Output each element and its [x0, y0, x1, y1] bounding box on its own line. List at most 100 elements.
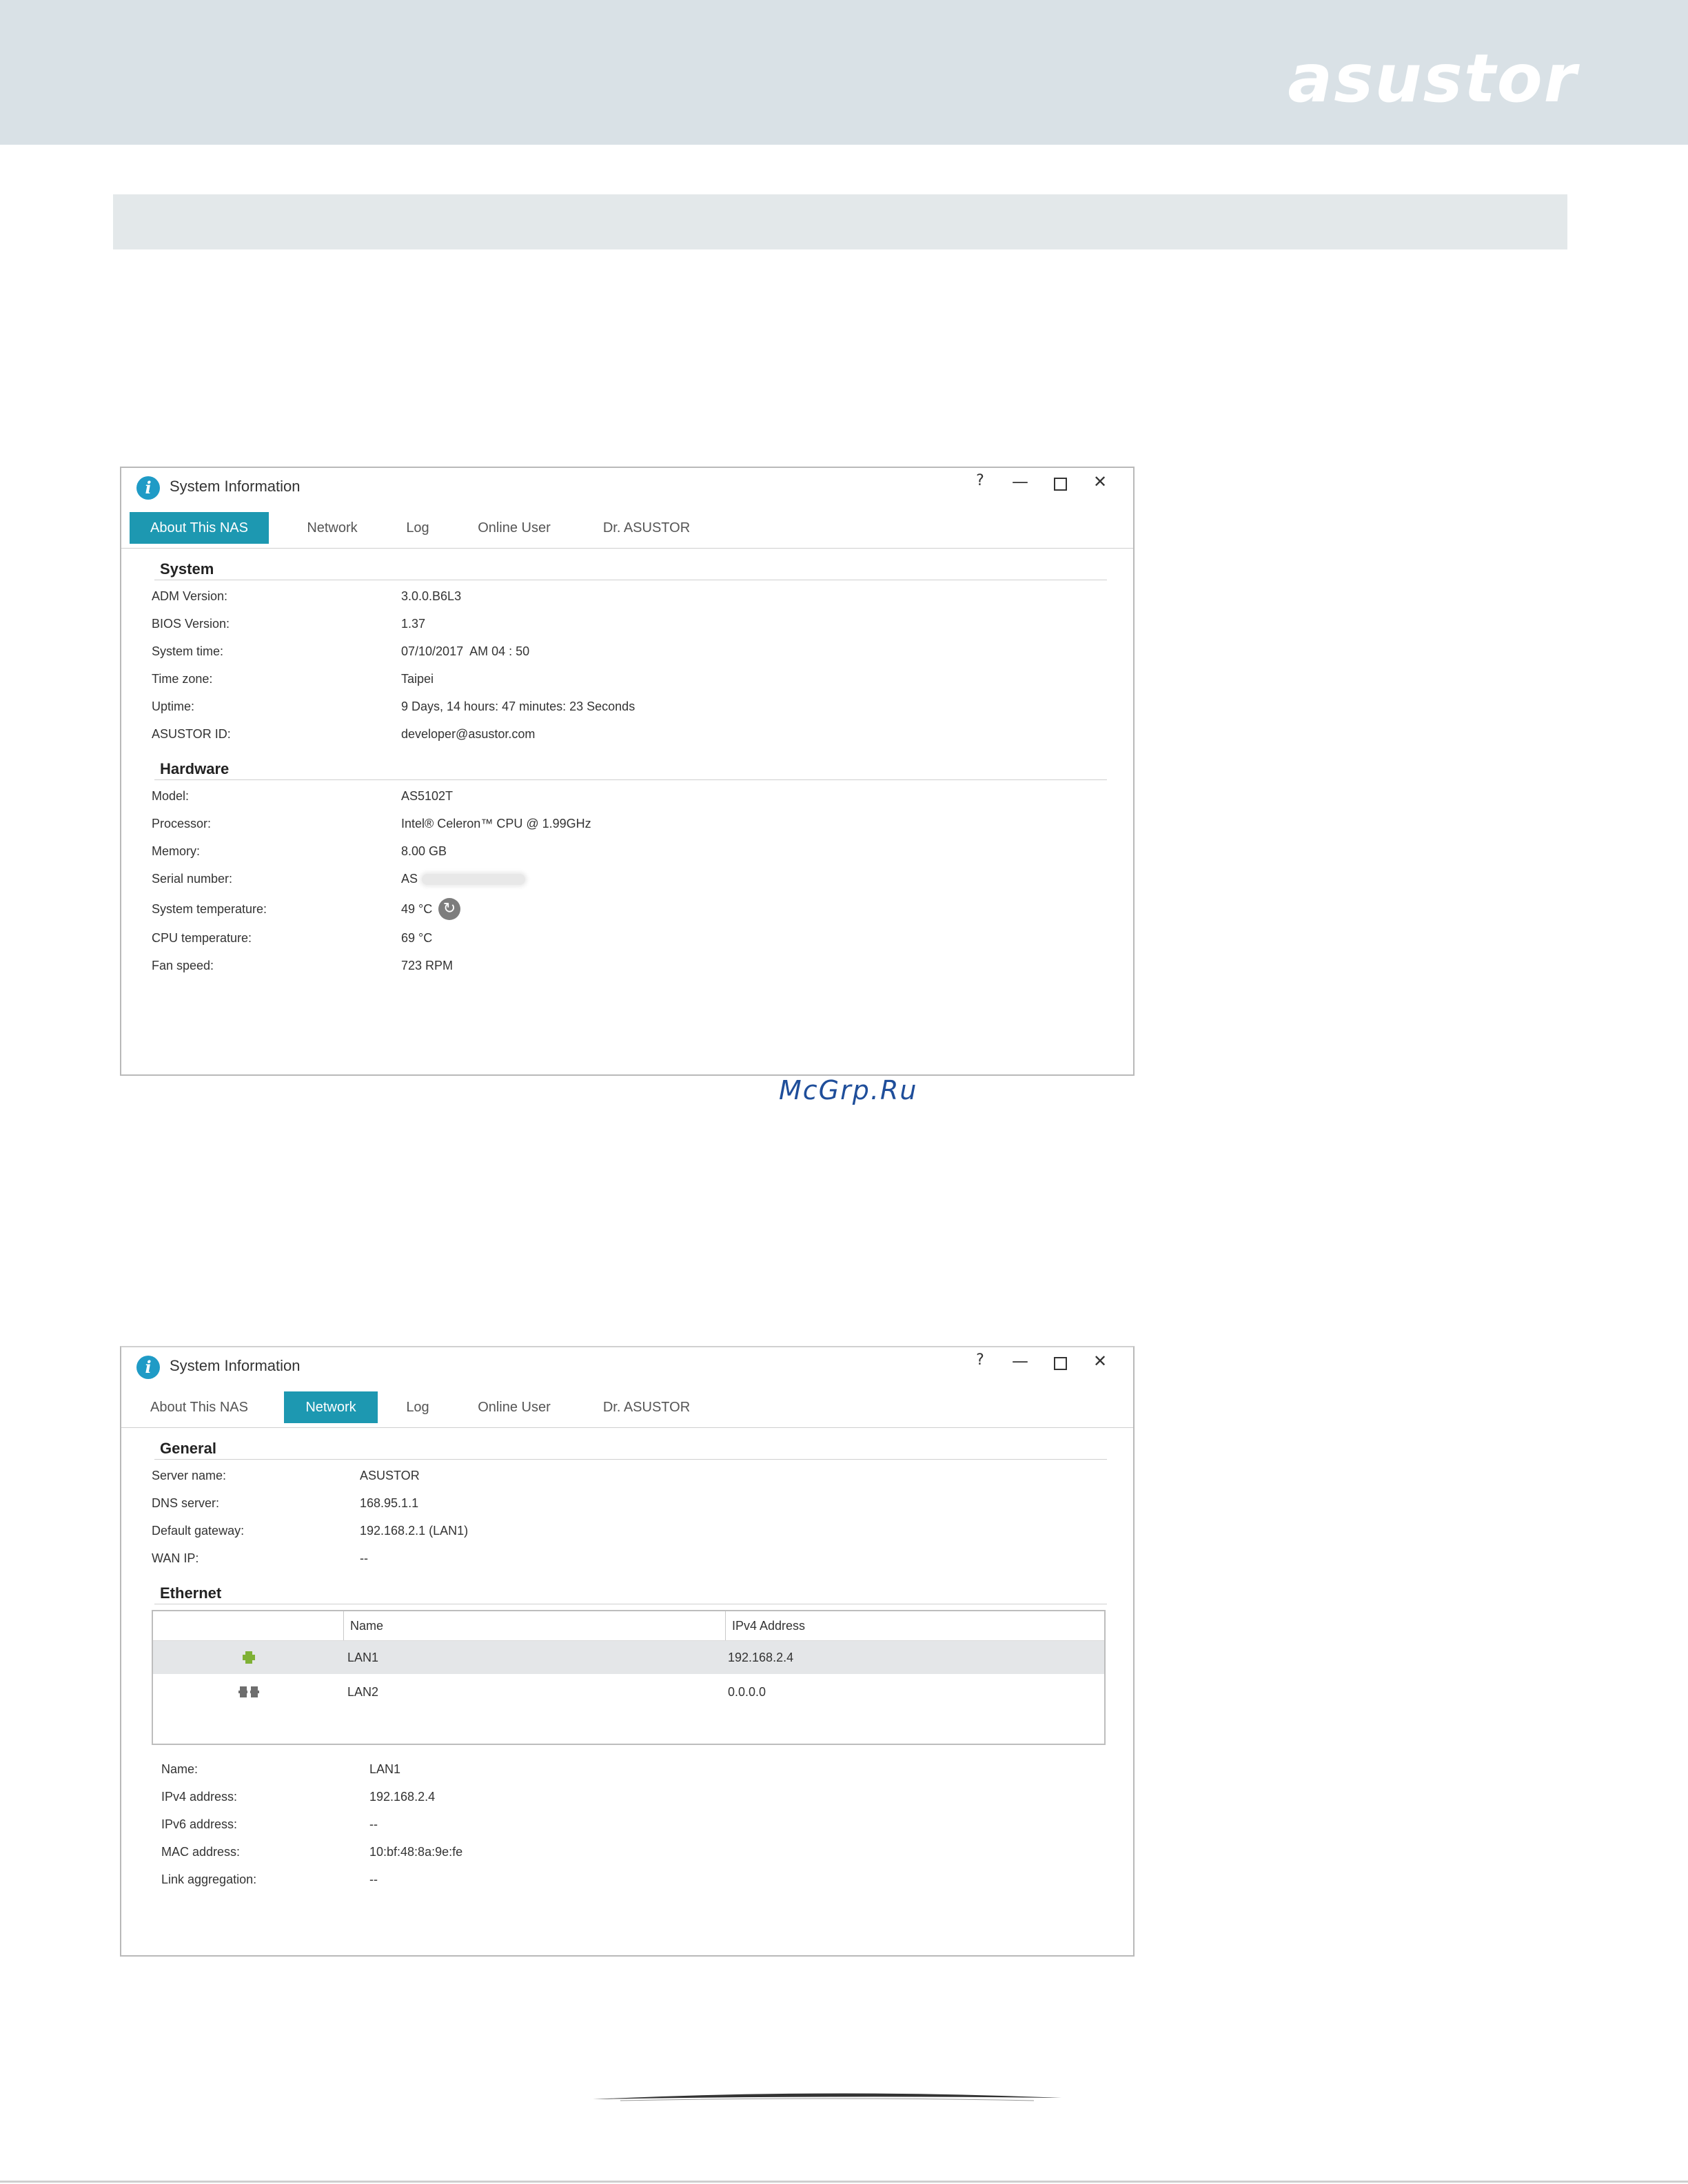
column-header-name[interactable]: Name [350, 1611, 383, 1640]
system-time-label: System time: [152, 644, 224, 658]
time-zone-value: Taipei [401, 672, 434, 686]
tab-network[interactable]: Network [284, 1391, 378, 1423]
dns-server-label: DNS server: [152, 1496, 220, 1510]
row-ipv4: 192.168.2.4 [728, 1651, 794, 1664]
tab-online-user[interactable]: Online User [459, 1391, 569, 1423]
system-time-value: 07/10/2017 AM 04 : 50 [401, 644, 530, 658]
table-row[interactable]: LAN2 0.0.0.0 [153, 1675, 1104, 1708]
asustor-id-value: developer@asustor.com [401, 727, 536, 741]
tab-about-this-nas[interactable]: About This NAS [130, 512, 269, 544]
memory-value: 8.00 GB [401, 844, 447, 858]
tab-divider [121, 1427, 1133, 1428]
server-name-label: Server name: [152, 1469, 227, 1482]
system-information-window-network: i System Information ? — ✕ About This NA… [120, 1346, 1135, 1957]
system-information-window-about: i System Information ? — ✕ About This NA… [120, 467, 1135, 1076]
title-bar: i System Information ? — ✕ [121, 468, 1133, 507]
tab-bar: About This NAS Network Log Online User D… [130, 1391, 1133, 1423]
table-row[interactable]: LAN1 192.168.2.4 [153, 1641, 1104, 1674]
detail-name-label: Name: [161, 1762, 199, 1776]
adm-version-value: 3.0.0.B6L3 [401, 589, 462, 603]
model-value: AS5102T [401, 789, 454, 803]
model-label: Model: [152, 789, 190, 803]
close-icon[interactable]: ✕ [1088, 1351, 1112, 1371]
serial-number-value: AS [401, 872, 526, 886]
info-icon: i [136, 476, 160, 500]
maximize-icon[interactable] [1048, 1351, 1072, 1374]
serial-number-label: Serial number: [152, 872, 233, 886]
tab-dr-asustor[interactable]: Dr. ASUSTOR [584, 512, 709, 544]
minimize-icon[interactable]: — [1008, 472, 1033, 491]
detail-name-value: LAN1 [369, 1762, 401, 1776]
default-gateway-label: Default gateway: [152, 1524, 245, 1538]
mac-address-value: 10:bf:48:8a:9e:fe [369, 1845, 463, 1859]
row-name: LAN2 [347, 1685, 379, 1699]
tab-divider [121, 548, 1133, 549]
mac-address-label: MAC address: [161, 1845, 241, 1859]
tab-log[interactable]: Log [390, 1391, 445, 1423]
hardware-heading: Hardware [160, 760, 230, 777]
system-heading: System [160, 560, 214, 578]
column-header-ipv4[interactable]: IPv4 Address [732, 1611, 805, 1640]
watermark-text: McGrp.Ru [779, 1075, 918, 1105]
ethernet-heading: Ethernet [160, 1584, 222, 1602]
window-title: System Information [170, 478, 301, 495]
redacted-serial [422, 874, 526, 886]
ipv4-address-value: 192.168.2.4 [369, 1790, 436, 1804]
ipv4-address-label: IPv4 address: [161, 1790, 238, 1804]
connected-network-icon [243, 1651, 255, 1664]
section-title-bar [113, 194, 1567, 249]
cpu-temperature-label: CPU temperature: [152, 931, 252, 945]
decorative-swoosh [593, 2093, 1061, 2101]
fan-speed-label: Fan speed: [152, 959, 214, 972]
tab-about-this-nas[interactable]: About This NAS [130, 1391, 269, 1423]
row-ipv4: 0.0.0.0 [728, 1685, 766, 1699]
bios-version-label: BIOS Version: [152, 617, 230, 631]
window-title: System Information [170, 1357, 301, 1374]
maximize-icon[interactable] [1048, 472, 1072, 495]
minimize-icon[interactable]: — [1008, 1351, 1033, 1371]
ipv6-address-label: IPv6 address: [161, 1817, 238, 1831]
uptime-value: 9 Days, 14 hours: 47 minutes: 23 Seconds [401, 700, 635, 713]
wan-ip-label: WAN IP: [152, 1551, 199, 1565]
help-icon[interactable]: ? [968, 1351, 993, 1369]
column-separator [343, 1611, 344, 1640]
time-zone-label: Time zone: [152, 672, 213, 686]
cpu-temperature-value: 69 °C [401, 931, 433, 945]
header-band: asustor [0, 0, 1688, 145]
bios-version-value: 1.37 [401, 617, 426, 631]
asustor-id-label: ASUSTOR ID: [152, 727, 231, 741]
system-temperature-value: 49 °C [401, 902, 433, 916]
server-name-value: ASUSTOR [360, 1469, 420, 1482]
tab-network[interactable]: Network [284, 512, 380, 544]
close-icon[interactable]: ✕ [1088, 472, 1112, 491]
ipv6-address-value: -- [369, 1817, 378, 1831]
section-divider [154, 779, 1107, 780]
info-icon: i [136, 1356, 160, 1379]
adm-version-label: ADM Version: [152, 589, 228, 603]
tab-dr-asustor[interactable]: Dr. ASUSTOR [584, 1391, 709, 1423]
processor-label: Processor: [152, 817, 212, 830]
column-separator [725, 1611, 726, 1640]
footer-line [0, 2181, 1688, 2183]
default-gateway-value: 192.168.2.1 (LAN1) [360, 1524, 469, 1538]
tab-log[interactable]: Log [390, 512, 445, 544]
link-aggregation-label: Link aggregation: [161, 1872, 257, 1886]
serial-prefix: AS [401, 872, 418, 886]
tab-bar: About This NAS Network Log Online User D… [130, 512, 1133, 544]
link-aggregation-value: -- [369, 1872, 378, 1886]
wan-ip-value: -- [360, 1551, 368, 1565]
fan-speed-value: 723 RPM [401, 959, 454, 972]
row-name: LAN1 [347, 1651, 379, 1664]
general-heading: General [160, 1440, 216, 1457]
uptime-label: Uptime: [152, 700, 195, 713]
section-divider [154, 1459, 1107, 1460]
memory-label: Memory: [152, 844, 201, 858]
dns-server-value: 168.95.1.1 [360, 1496, 419, 1510]
help-icon[interactable]: ? [968, 472, 993, 489]
system-temperature-label: System temperature: [152, 902, 267, 916]
disconnected-network-icon [238, 1685, 259, 1699]
title-bar: i System Information ? — ✕ [121, 1347, 1133, 1386]
refresh-icon[interactable]: ↻ [438, 898, 460, 920]
tab-online-user[interactable]: Online User [459, 512, 569, 544]
processor-value: Intel® Celeron™ CPU @ 1.99GHz [401, 817, 591, 830]
